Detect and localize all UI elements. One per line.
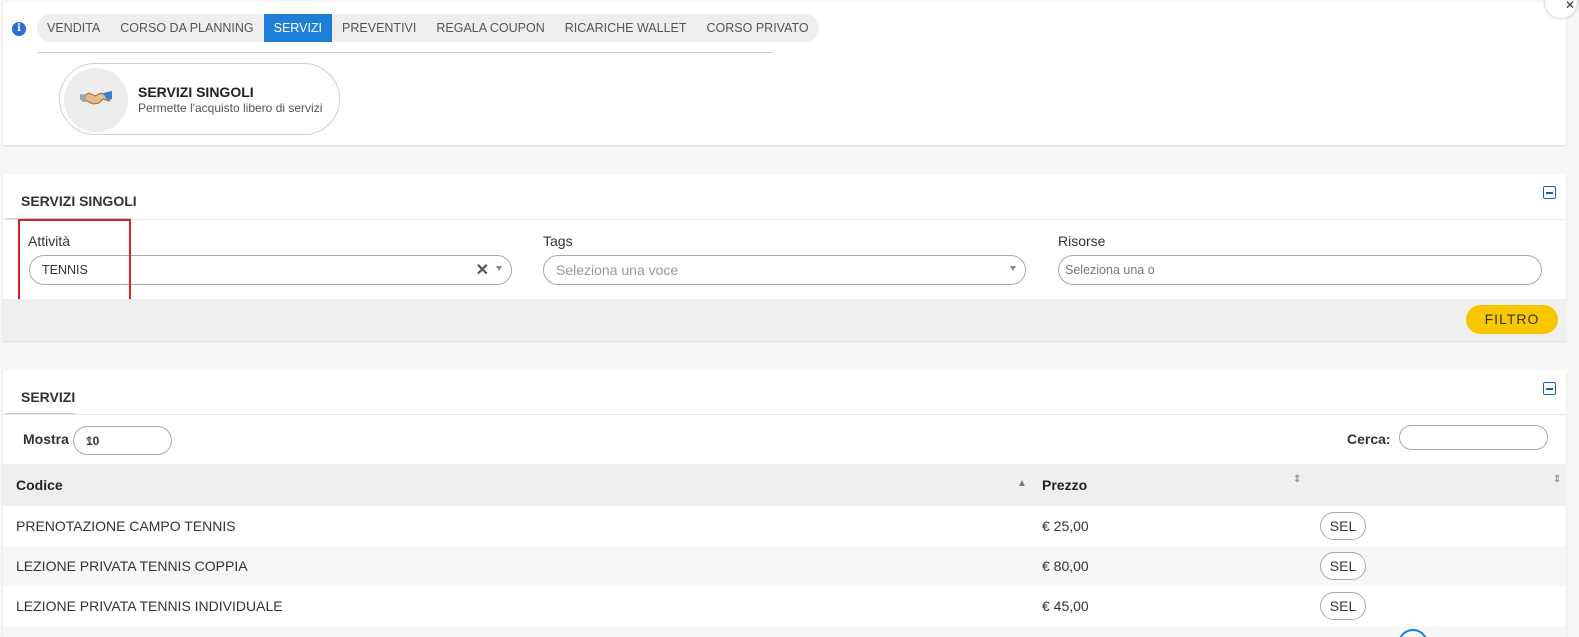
tab-regala-coupon[interactable]: REGALA COUPON [426,14,554,42]
row-prezzo: € 45,00 [1042,598,1089,614]
chevron-down-icon [496,266,502,271]
tags-label: Tags [543,233,573,249]
tab-ricariche-wallet[interactable]: RICARICHE WALLET [555,14,697,42]
collapse-services-button[interactable] [1543,382,1556,395]
tab-preventivi[interactable]: PREVENTIVI [332,14,426,42]
filter-panel-divider [3,219,1566,220]
tab-servizi[interactable]: SERVIZI [263,14,333,42]
column-header-prezzo[interactable]: Prezzo [1042,477,1087,493]
risorse-placeholder: Seleziona una o [1065,263,1155,277]
collapse-filter-button[interactable] [1543,186,1556,199]
risorse-input[interactable]: Seleziona una o [1058,255,1542,285]
row-prezzo: € 80,00 [1042,558,1089,574]
tab-bar: VENDITA CORSO DA PLANNING SERVIZI PREVEN… [37,14,819,42]
filter-footer: FILTRO [3,299,1566,341]
services-panel-title: SERVIZI [21,389,76,405]
service-card-subtitle: Permette l'acquisto libero di servizi [138,101,323,115]
close-icon: ✕ [1564,0,1575,12]
highlight-annotation [18,219,131,304]
service-card-servizi-singoli[interactable]: SERVIZI SINGOLI Permette l'acquisto libe… [59,63,340,135]
row-prezzo: € 25,00 [1042,518,1089,534]
table-row: LEZIONE PRIVATA TENNIS COPPIA € 80,00 SE… [3,546,1566,586]
chevron-down-icon [86,438,92,443]
handshake-icon [64,68,128,132]
table-row: LEZIONE PRIVATA TENNIS INDIVIDUALE € 45,… [3,586,1566,626]
info-icon[interactable]: i [12,22,26,36]
table-header: Codice ▲ Prezzo ⇕ ⇕ [3,464,1566,506]
show-entries-select[interactable]: 10 [73,426,172,455]
risorse-label: Risorse [1058,233,1106,249]
search-input[interactable] [1399,425,1548,450]
tags-placeholder: Seleziona una voce [556,262,679,278]
search-label: Cerca: [1347,431,1391,447]
row-codice: LEZIONE PRIVATA TENNIS COPPIA [16,558,248,574]
sort-both-icon[interactable]: ⇕ [1553,475,1561,485]
filter-panel-title: SERVIZI SINGOLI [21,193,137,209]
services-panel-divider [3,414,1566,415]
service-card-title: SERVIZI SINGOLI [138,84,254,100]
table-row: PRENOTAZIONE CAMPO TENNIS € 25,00 SEL [3,506,1566,546]
select-button[interactable]: SEL [1320,592,1366,620]
filter-panel: SERVIZI SINGOLI Attività TENNIS ✕ Tags S… [3,174,1566,341]
column-header-codice[interactable]: Codice [16,477,63,493]
select-button[interactable]: SEL [1320,512,1366,540]
services-panel: SERVIZI Mostra 10 Cerca: Codice ▲ Prezzo… [3,370,1566,637]
select-button[interactable]: SEL [1320,552,1366,580]
table-row [3,626,1566,637]
tab-vendita[interactable]: VENDITA [37,14,110,42]
tab-corso-da-planning[interactable]: CORSO DA PLANNING [110,14,263,42]
row-codice: PRENOTAZIONE CAMPO TENNIS [16,518,236,534]
show-entries-label: Mostra [23,431,69,447]
tab-bar-underline [37,52,773,53]
tab-corso-privato[interactable]: CORSO PRIVATO [697,14,819,42]
row-codice: LEZIONE PRIVATA TENNIS INDIVIDUALE [16,598,283,614]
sort-both-icon[interactable]: ⇕ [1293,475,1301,485]
filter-button[interactable]: FILTRO [1466,305,1558,334]
tags-select[interactable]: Seleziona una voce [543,255,1026,285]
chevron-down-icon [1010,266,1016,271]
top-panel: i VENDITA CORSO DA PLANNING SERVIZI PREV… [3,2,1566,145]
sort-asc-icon[interactable]: ▲ [1017,479,1027,489]
clear-icon[interactable]: ✕ [476,260,489,280]
